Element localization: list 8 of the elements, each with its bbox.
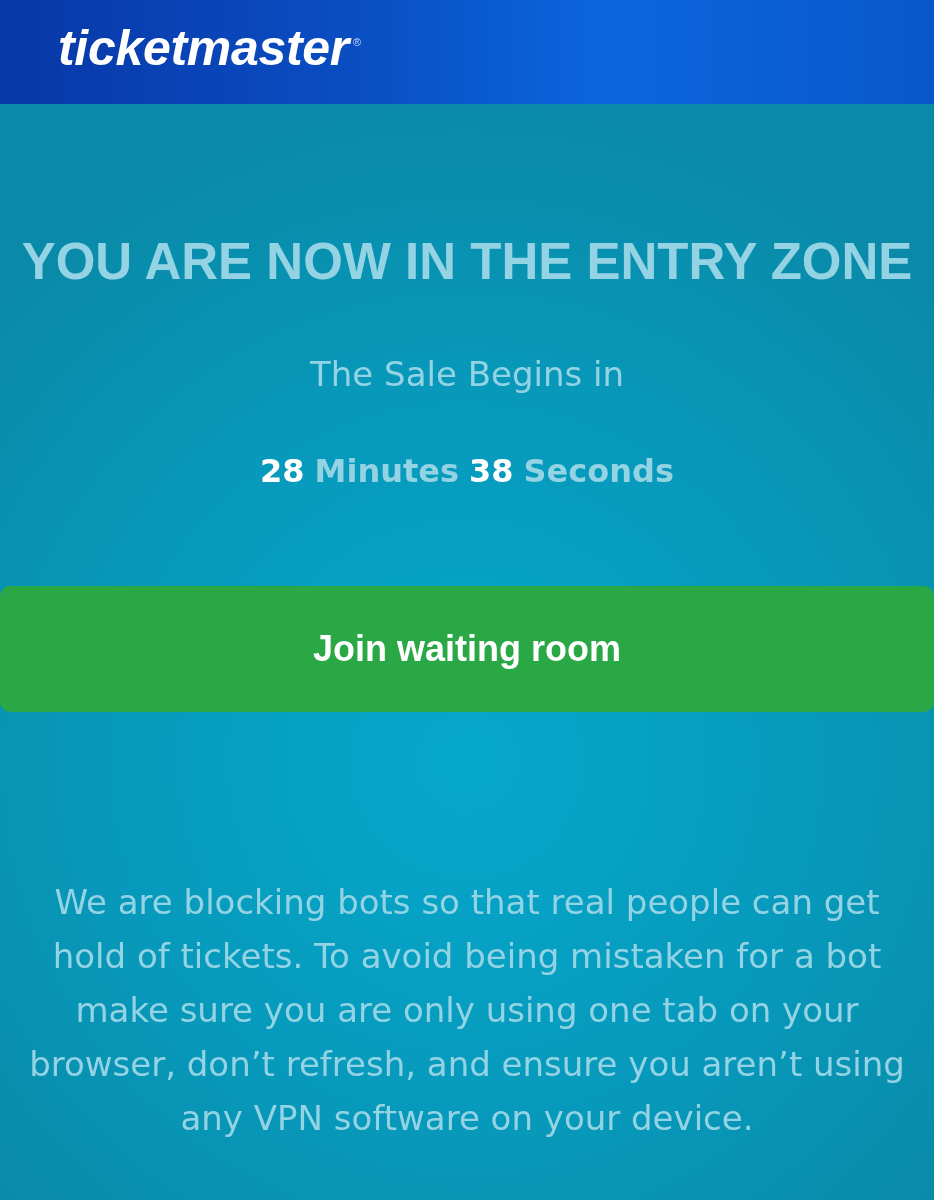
- countdown-unit: Minutes: [314, 452, 459, 490]
- countdown-number: 28: [260, 452, 305, 490]
- registered-mark: ®: [353, 37, 362, 48]
- page-title: YOU ARE NOW IN THE ENTRY ZONE: [21, 234, 913, 290]
- countdown-number: 38: [469, 452, 514, 490]
- countdown-unit: Seconds: [523, 452, 674, 490]
- bot-notice-paragraph: We are blocking bots so that real people can get hold of tickets. To avoid being mistaken for a bot make sure you are only using one tab on your browser, don’t refresh, and ensure you aren’t using any VPN software on your device.: [28, 881, 906, 1140]
- sale-subtitle: The Sale Begins in: [310, 354, 624, 394]
